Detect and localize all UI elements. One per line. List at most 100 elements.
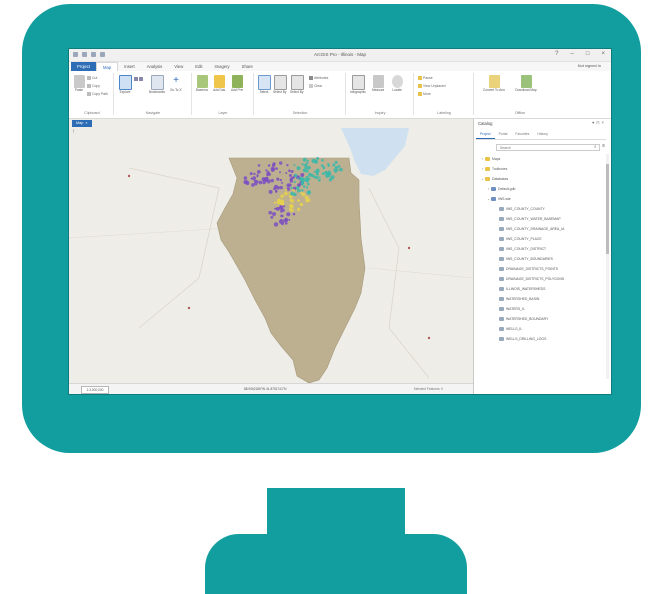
catalog-search-input[interactable] — [496, 144, 600, 151]
download-map-button[interactable]: Download Map — [515, 75, 537, 92]
data-point[interactable] — [258, 180, 263, 185]
data-point[interactable] — [279, 205, 283, 209]
tab-analysis[interactable]: Analysis — [141, 62, 169, 71]
data-point[interactable] — [297, 199, 300, 202]
minimize-icon[interactable]: – — [571, 51, 574, 58]
data-point[interactable] — [256, 175, 259, 178]
data-point[interactable] — [257, 164, 261, 167]
catalog-item[interactable]: WATERSHED_BASIN — [474, 294, 602, 304]
data-point[interactable] — [267, 164, 271, 167]
data-point[interactable] — [288, 174, 292, 177]
infographics-button[interactable]: Infographics — [350, 75, 366, 94]
select-by-location-button[interactable]: Select By Location — [290, 75, 304, 94]
data-point[interactable] — [275, 167, 278, 170]
close-pane-icon[interactable]: × — [602, 120, 606, 125]
data-point[interactable] — [272, 212, 276, 216]
data-point[interactable] — [279, 178, 282, 182]
tab-insert[interactable]: Insert — [118, 62, 140, 71]
data-point[interactable] — [284, 221, 288, 225]
data-point[interactable] — [334, 165, 338, 169]
data-point[interactable] — [270, 178, 274, 183]
catalog-item[interactable]: ⌄ IWS.sde — [474, 194, 602, 204]
attributes-button[interactable]: Attributes — [309, 76, 328, 81]
data-point[interactable] — [275, 207, 278, 210]
catalog-item[interactable]: ILLINOIS_WATERSHEDS — [474, 284, 602, 294]
data-point[interactable] — [306, 190, 312, 195]
basemap-button[interactable]: Basemap — [196, 75, 208, 92]
close-map-tab-icon[interactable]: × — [85, 121, 87, 125]
catalog-item[interactable]: WATERS_IL — [474, 304, 602, 314]
data-point[interactable] — [279, 161, 283, 165]
data-point[interactable] — [318, 176, 321, 179]
data-point[interactable] — [305, 169, 309, 173]
data-point[interactable] — [265, 169, 268, 172]
data-point[interactable] — [270, 215, 274, 219]
data-point[interactable] — [292, 189, 295, 192]
cut-button[interactable]: Cut — [87, 76, 97, 81]
data-point[interactable] — [315, 172, 319, 176]
tab-view[interactable]: View — [168, 62, 189, 71]
data-point[interactable] — [288, 192, 291, 195]
data-point[interactable] — [327, 173, 330, 176]
catalog-item[interactable]: IWS_COUNTY_WATER_BASEMAP — [474, 214, 602, 224]
data-point[interactable] — [301, 163, 304, 166]
data-point[interactable] — [288, 183, 292, 187]
clear-button[interactable]: Clear — [309, 84, 322, 89]
go-to-xy-button[interactable]: + Go To XY — [170, 75, 182, 92]
data-point[interactable] — [273, 222, 279, 227]
bookmarks-button[interactable]: Bookmarks — [149, 75, 165, 94]
catalog-item[interactable]: DRAINAGE_DISTRICTS_POINTS — [474, 264, 602, 274]
data-point[interactable] — [290, 191, 294, 196]
data-point[interactable] — [297, 207, 301, 212]
data-point[interactable] — [279, 171, 281, 174]
data-point[interactable] — [293, 180, 296, 184]
data-point[interactable] — [249, 172, 253, 176]
catalog-item[interactable]: ⌄ Databases — [474, 174, 602, 184]
data-point[interactable] — [300, 173, 305, 177]
data-point[interactable] — [290, 170, 294, 173]
data-point[interactable] — [288, 169, 291, 172]
catalog-item[interactable]: IWS_COUNTY_DISTRICT — [474, 244, 602, 254]
catalog-tab-portal[interactable]: Portal — [495, 131, 512, 138]
zoom-tools[interactable] — [134, 77, 144, 82]
tab-project[interactable]: Project — [71, 62, 97, 71]
data-point[interactable] — [307, 182, 310, 186]
data-point[interactable] — [276, 177, 280, 181]
data-point[interactable] — [334, 160, 338, 164]
signin-status[interactable]: Not signed in — [578, 63, 601, 68]
data-point[interactable] — [285, 172, 288, 174]
tab-imagery[interactable]: Imagery — [209, 62, 236, 71]
catalog-item[interactable]: › Maps — [474, 154, 602, 164]
help-icon[interactable]: ? — [555, 51, 558, 58]
data-point[interactable] — [314, 159, 318, 163]
data-point[interactable] — [313, 170, 316, 173]
data-point[interactable] — [292, 212, 296, 216]
data-point[interactable] — [266, 173, 270, 177]
data-point[interactable] — [245, 181, 250, 186]
copy-path-button[interactable]: Copy Path — [87, 92, 108, 97]
data-point[interactable] — [274, 184, 278, 189]
catalog-scrollbar[interactable] — [606, 154, 609, 379]
scrollbar-thumb[interactable] — [606, 164, 609, 254]
data-point[interactable] — [296, 187, 299, 190]
data-point[interactable] — [267, 170, 270, 174]
data-point[interactable] — [280, 218, 283, 222]
data-point[interactable] — [294, 173, 298, 178]
data-point[interactable] — [286, 164, 289, 167]
data-point[interactable] — [301, 183, 304, 186]
data-point[interactable] — [289, 179, 293, 183]
data-point[interactable] — [339, 167, 343, 172]
data-point[interactable] — [253, 172, 256, 176]
data-point[interactable] — [256, 170, 261, 174]
data-point[interactable] — [290, 186, 293, 190]
data-point[interactable] — [327, 164, 331, 167]
data-point[interactable] — [280, 210, 283, 213]
explore-button[interactable]: Explore — [118, 75, 132, 94]
select-by-attributes-button[interactable]: Select By Attributes — [273, 75, 287, 94]
data-point[interactable] — [332, 163, 336, 167]
catalog-item[interactable]: › Toolboxes — [474, 164, 602, 174]
data-point[interactable] — [283, 219, 287, 223]
data-point[interactable] — [243, 176, 248, 180]
data-point[interactable] — [262, 180, 266, 185]
data-point[interactable] — [321, 172, 325, 175]
